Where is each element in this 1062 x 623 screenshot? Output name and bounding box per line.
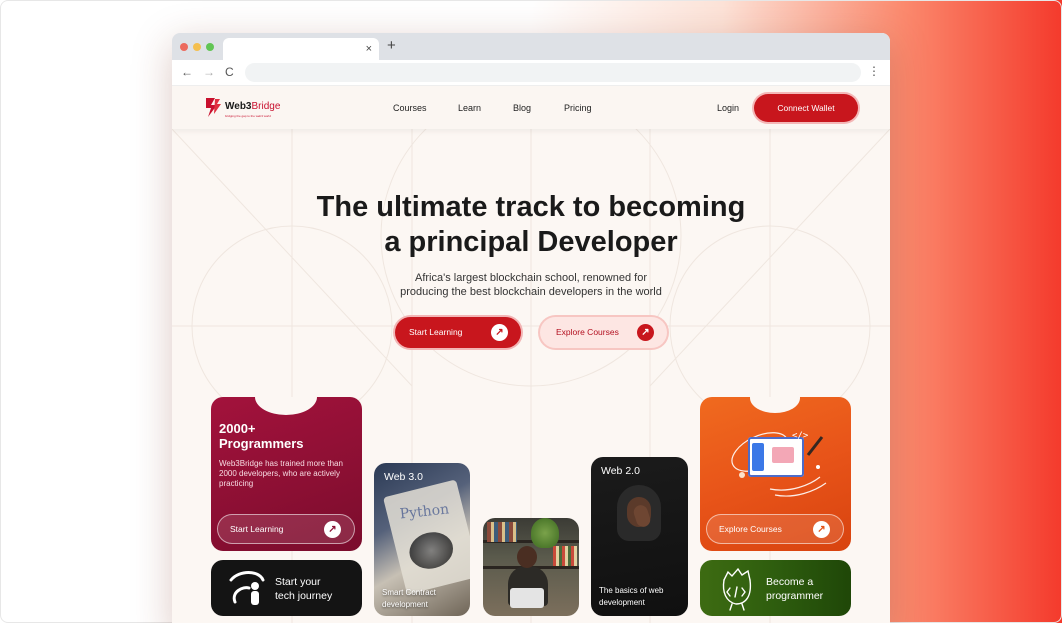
screen-sidebar-illustration xyxy=(752,443,764,471)
books xyxy=(553,546,577,566)
web3-card[interactable]: Python Web 3.0 Smart Contract developmen… xyxy=(374,463,470,616)
explore-courses-label: Explore Courses xyxy=(556,327,619,337)
web3-footer-line-2: development xyxy=(382,600,428,609)
code-icon: </> xyxy=(792,431,809,441)
browser-window: × + ← → C ⋮ Web3Bridge bridging the gap … xyxy=(172,33,890,623)
tab-bar: × + xyxy=(172,33,890,60)
start-learning-button[interactable]: Start Learning ↗ xyxy=(395,317,521,348)
website: Web3Bridge bridging the gap to the web3 … xyxy=(172,86,890,623)
tech-journey-line-2: tech journey xyxy=(275,590,333,602)
card-explore-courses-button[interactable]: Explore Courses ↗ xyxy=(706,514,844,544)
new-tab-icon[interactable]: + xyxy=(387,37,396,55)
maximize-window-button[interactable] xyxy=(206,43,214,51)
explore-courses-card: </> Explore Courses ↗ xyxy=(700,397,851,551)
logo-mark-icon xyxy=(206,98,221,117)
hero-subtitle-line-1: Africa's largest blockchain school, reno… xyxy=(415,272,647,284)
site-navbar: Web3Bridge bridging the gap to the web3 … xyxy=(172,86,890,129)
browser-toolbar: ← → C ⋮ xyxy=(172,60,890,86)
web3-footer: Smart Contract development xyxy=(382,587,436,611)
close-window-button[interactable] xyxy=(180,43,188,51)
programmers-heading: 2000+ Programmers xyxy=(219,421,339,451)
programmers-title: Programmers xyxy=(219,436,304,451)
back-arrow-icon[interactable]: ← xyxy=(181,65,193,79)
programmer-head-icon xyxy=(722,567,752,611)
login-link[interactable]: Login xyxy=(717,103,739,113)
tab-close-icon[interactable]: × xyxy=(366,42,372,56)
hero-subtitle-line-2: producing the best blockchain developers… xyxy=(400,286,662,298)
connect-wallet-button[interactable]: Connect Wallet xyxy=(754,94,858,122)
web2-footer: The basics of web development xyxy=(599,585,663,609)
explore-courses-button[interactable]: Explore Courses ↗ xyxy=(540,317,667,348)
minimize-window-button[interactable] xyxy=(193,43,201,51)
start-learning-label: Start Learning xyxy=(409,327,463,337)
browser-menu-icon[interactable]: ⋮ xyxy=(868,64,880,78)
hero-title: The ultimate track to becoming a princip… xyxy=(272,190,790,260)
web2-footer-line-2: development xyxy=(599,598,645,607)
address-bar[interactable] xyxy=(245,63,861,82)
card-explore-courses-label: Explore Courses xyxy=(719,524,782,534)
tech-journey-card[interactable]: Start your tech journey xyxy=(211,560,362,616)
become-programmer-card[interactable]: Become a programmer xyxy=(700,560,851,616)
play-icon xyxy=(772,447,794,463)
web3bridge-logo[interactable]: Web3Bridge bridging the gap to the web3 … xyxy=(203,95,293,121)
web2-card[interactable]: Web 2.0 The basics of web development xyxy=(591,457,688,616)
hero-subtitle: Africa's largest blockchain school, reno… xyxy=(332,271,730,299)
python-book-image: Python xyxy=(383,479,470,595)
arrow-up-right-icon: ↗ xyxy=(491,324,508,341)
browser-tab[interactable]: × xyxy=(223,38,379,60)
arrow-up-right-icon: ↗ xyxy=(324,521,341,538)
programmers-count: 2000+ xyxy=(219,421,256,436)
books xyxy=(487,522,517,542)
nav-link-blog[interactable]: Blog xyxy=(513,103,531,113)
nav-link-learn[interactable]: Learn xyxy=(458,103,481,113)
forward-arrow-icon[interactable]: → xyxy=(203,65,215,79)
card-start-learning-button[interactable]: Start Learning ↗ xyxy=(217,514,355,544)
hero-title-line-2: a principal Developer xyxy=(384,226,678,258)
student-photo-card xyxy=(483,518,579,616)
become-programmer-line-1: Become a xyxy=(766,576,814,588)
card-notch xyxy=(255,397,317,415)
tech-journey-icon xyxy=(229,571,265,605)
logo-wordmark: Web3Bridge xyxy=(225,101,281,112)
become-programmer-line-2: programmer xyxy=(766,590,824,602)
nav-link-pricing[interactable]: Pricing xyxy=(564,103,592,113)
programmers-description: Web3Bridge has trained more than 2000 de… xyxy=(219,459,343,488)
laptop-image xyxy=(510,588,544,608)
nav-link-courses[interactable]: Courses xyxy=(393,103,427,113)
arrow-up-right-icon: ↗ xyxy=(813,521,830,538)
web3-footer-line-1: Smart Contract xyxy=(382,588,436,597)
card-start-learning-label: Start Learning xyxy=(230,524,284,534)
person-head xyxy=(517,546,537,568)
tech-journey-text: Start your tech journey xyxy=(275,575,355,603)
logo-tagline: bridging the gap to the web3 world xyxy=(225,114,271,118)
plant-image xyxy=(531,518,559,548)
tech-journey-line-1: Start your xyxy=(275,576,321,588)
web3-tag: Web 3.0 xyxy=(384,471,423,483)
web2-tag: Web 2.0 xyxy=(601,465,640,477)
book-snake-illustration xyxy=(405,527,457,574)
programmers-card: 2000+ Programmers Web3Bridge has trained… xyxy=(211,397,362,551)
become-programmer-text: Become a programmer xyxy=(766,575,846,603)
book-title: Python xyxy=(399,501,450,523)
arrow-up-right-icon: ↗ xyxy=(637,324,654,341)
hero-title-line-1: The ultimate track to becoming xyxy=(316,191,746,223)
web2-footer-line-1: The basics of web xyxy=(599,586,664,595)
reload-icon[interactable]: C xyxy=(225,65,234,79)
